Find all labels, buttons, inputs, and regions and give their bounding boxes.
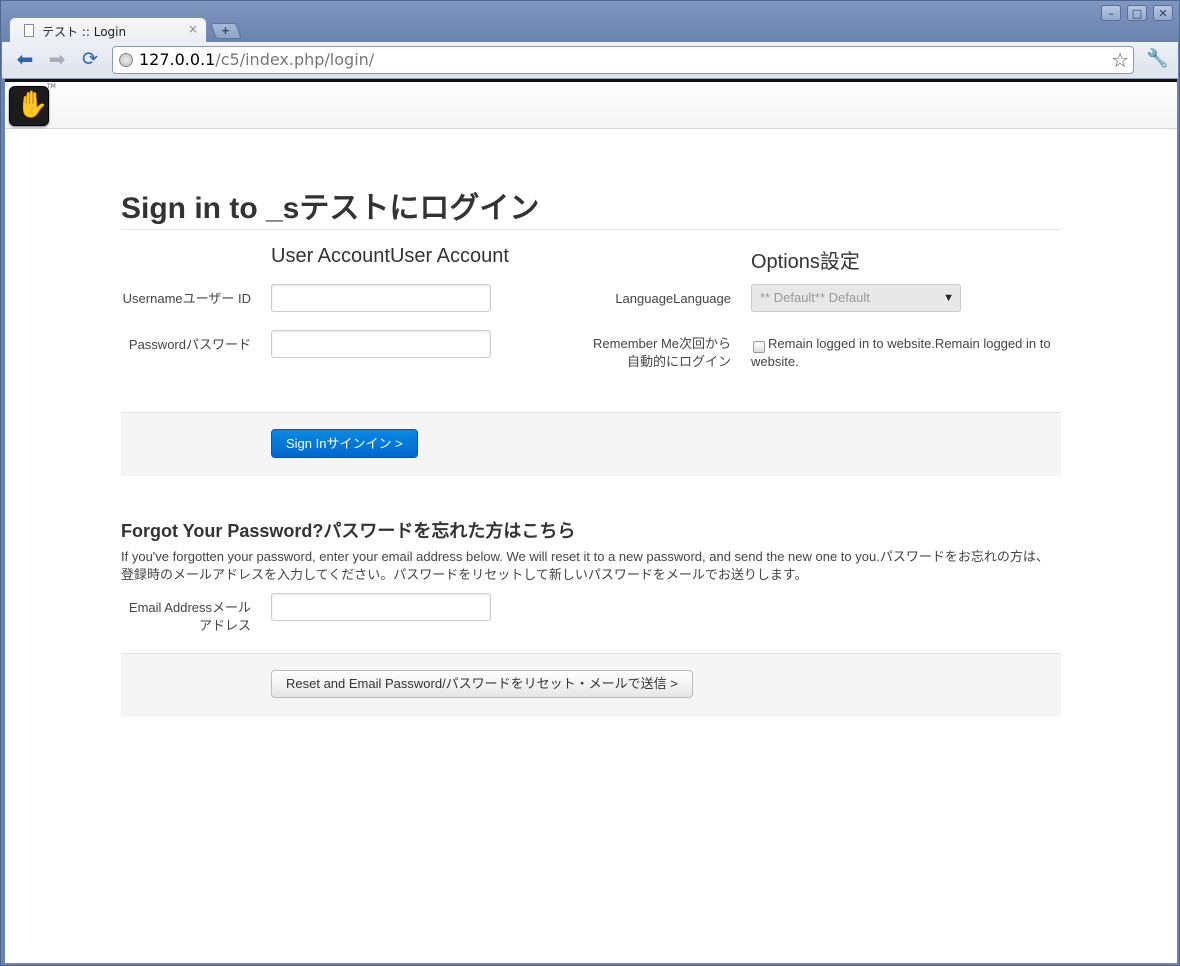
sign-in-actions: Sign Inサインイン >	[121, 412, 1061, 476]
bookmark-star-icon[interactable]: ☆	[1111, 47, 1129, 73]
trademark-mark: TM	[47, 83, 56, 90]
minimize-button[interactable]: –	[1101, 5, 1121, 21]
chevron-down-icon: ▼	[943, 292, 954, 304]
browser-tab[interactable]: テスト :: Login ×	[9, 17, 207, 43]
maximize-button[interactable]: □	[1127, 5, 1147, 21]
hand-icon: ✋	[16, 90, 49, 120]
forgot-password-title: Forgot Your Password?パスワードを忘れた方はこちら	[121, 521, 576, 541]
page-title: Sign in to _sテストにログイン	[121, 192, 540, 225]
options-legend: Options設定	[751, 251, 860, 273]
reset-actions: Reset and Email Password/パスワードをリセット・メールで…	[121, 653, 1061, 717]
language-label: LanguageLanguage	[615, 291, 731, 306]
page-icon	[24, 24, 34, 37]
web-page: ✋ TM Sign in to _sテストにログイン User AccountU…	[5, 79, 1177, 963]
concrete5-logo[interactable]: ✋	[9, 86, 49, 126]
close-window-button[interactable]: ✕	[1153, 5, 1173, 21]
email-input[interactable]	[271, 593, 491, 621]
email-label: Email Addressメールアドレス	[128, 600, 251, 633]
remember-me-text: Remain logged in to website.Remain logge…	[751, 336, 1051, 369]
reset-password-button[interactable]: Reset and Email Password/パスワードをリセット・メールで…	[271, 670, 693, 698]
remember-me-checkbox[interactable]	[753, 341, 765, 353]
password-label: Passwordパスワード	[128, 337, 251, 352]
new-tab-button[interactable]: +	[210, 23, 242, 39]
language-select[interactable]: ** Default** Default ▼	[751, 284, 961, 312]
plus-icon: +	[221, 24, 231, 37]
username-label: Usernameユーザー ID	[122, 291, 251, 306]
browser-window: テスト :: Login × + – □ ✕ ⬅ ➡ ⟳ 127.0.0.1/c…	[0, 0, 1180, 966]
back-icon[interactable]: ⬅	[14, 49, 36, 70]
password-input[interactable]	[271, 330, 491, 358]
url-host: 127.0.0.1	[139, 50, 216, 69]
language-select-value: ** Default** Default	[760, 290, 870, 305]
sign-in-button[interactable]: Sign Inサインイン >	[271, 429, 418, 458]
tab-title: テスト :: Login	[42, 25, 127, 39]
user-account-legend: User AccountUser Account	[271, 245, 509, 267]
wrench-icon[interactable]: 🔧	[1146, 48, 1168, 69]
username-input[interactable]	[271, 284, 491, 312]
reload-icon[interactable]: ⟳	[79, 50, 101, 70]
forward-icon[interactable]: ➡	[46, 49, 68, 70]
tab-close-icon[interactable]: ×	[188, 22, 198, 36]
remember-me-label: Remember Me次回から自動的にログイン	[593, 336, 731, 369]
divider	[121, 229, 1061, 230]
globe-icon	[119, 53, 133, 67]
browser-toolbar: ⬅ ➡ ⟳ 127.0.0.1/c5/index.php/login/ ☆ 🔧	[2, 42, 1178, 79]
forgot-password-help: If you've forgotten your password, enter…	[121, 549, 1049, 582]
address-bar[interactable]: 127.0.0.1/c5/index.php/login/ ☆	[112, 46, 1134, 74]
site-header: ✋ TM	[5, 79, 1177, 129]
url-path: /c5/index.php/login/	[215, 50, 375, 69]
